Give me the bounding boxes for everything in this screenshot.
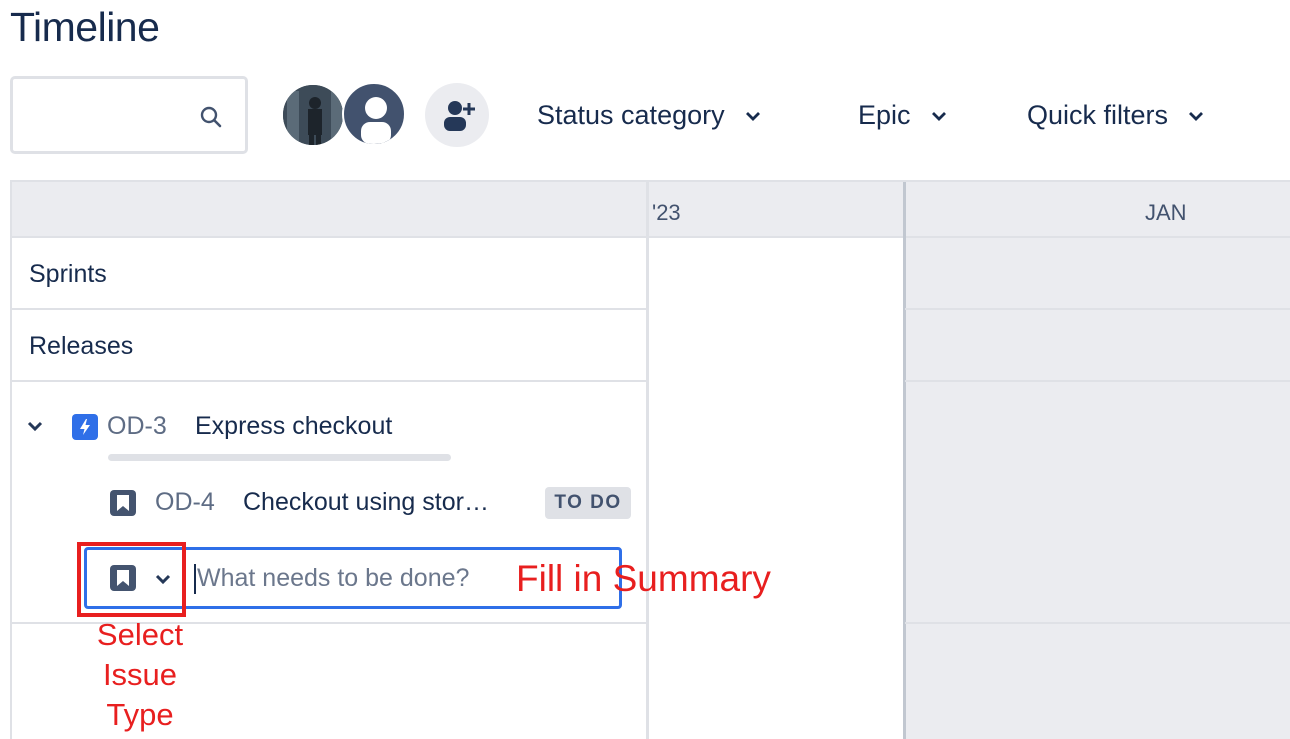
select-issue-type-annotation: Select Issue Type <box>88 615 192 735</box>
child-key[interactable]: OD-4 <box>155 488 215 517</box>
user-icon <box>361 97 391 144</box>
user-photo-icon <box>283 85 343 145</box>
child-summary[interactable]: Checkout using stor… <box>243 488 489 517</box>
sprints-label: Sprints <box>29 260 107 288</box>
filter-label: Quick filters <box>1027 100 1169 130</box>
avatar[interactable] <box>281 83 345 147</box>
text-caret <box>194 564 196 594</box>
page-title: Timeline <box>10 4 160 50</box>
releases-label: Releases <box>29 332 134 360</box>
issue-type-highlight-box <box>77 542 186 617</box>
epic-icon <box>72 414 98 440</box>
chevron-down-icon <box>931 111 946 121</box>
annotation-line: Type <box>106 697 174 732</box>
month-column-jan <box>905 182 1290 739</box>
chevron-down-icon <box>745 111 760 121</box>
story-icon <box>110 490 136 516</box>
releases-row: Releases <box>12 310 648 382</box>
fill-summary-annotation: Fill in Summary <box>516 558 771 599</box>
annotation-line: Issue <box>102 657 178 692</box>
bookmark-icon <box>117 495 129 511</box>
year-label: '23 <box>652 200 681 225</box>
lightning-icon <box>80 419 90 435</box>
timeline-header <box>12 182 1290 238</box>
row-divider <box>905 622 1290 624</box>
filter-status-category[interactable]: Status category <box>537 100 761 131</box>
annotation-line: Select <box>96 617 184 652</box>
epic-summary[interactable]: Express checkout <box>195 412 392 441</box>
filter-label: Epic <box>858 100 911 130</box>
add-person-icon <box>444 101 475 131</box>
summary-placeholder[interactable]: What needs to be done? <box>197 564 469 593</box>
search-icon <box>200 106 222 128</box>
filter-label: Status category <box>537 100 725 130</box>
status-badge[interactable]: TO DO <box>545 487 631 519</box>
chevron-down-icon <box>1189 111 1204 121</box>
search-input[interactable] <box>10 76 248 154</box>
add-people-button[interactable] <box>425 83 489 147</box>
sprints-row: Sprints <box>12 238 648 310</box>
timeline-grid: '23 JAN Sprints Releases OD-3 Express ch… <box>10 180 1290 739</box>
epic-progress-bar <box>108 454 451 461</box>
filter-quick-filters[interactable]: Quick filters <box>1027 100 1204 131</box>
month-label: JAN <box>1145 200 1187 225</box>
filter-epic[interactable]: Epic <box>858 100 947 131</box>
month-divider <box>903 182 906 739</box>
epic-key[interactable]: OD-3 <box>107 412 167 441</box>
row-divider <box>905 380 1290 382</box>
avatar[interactable] <box>342 82 406 146</box>
chevron-down-icon[interactable] <box>26 420 44 432</box>
row-divider <box>905 308 1290 310</box>
